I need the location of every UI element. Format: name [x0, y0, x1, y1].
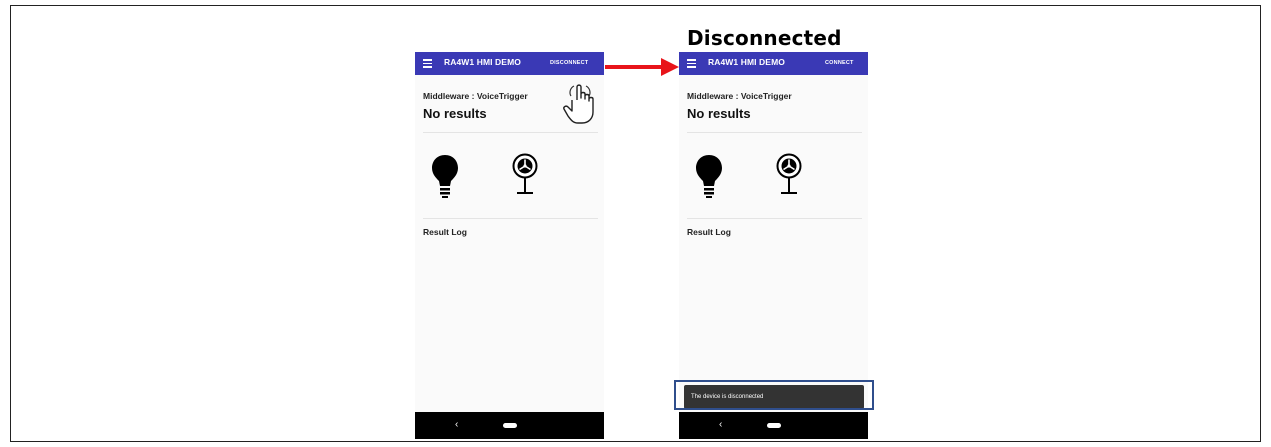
disconnect-button[interactable]: DISCONNECT — [550, 60, 588, 66]
connect-button[interactable]: CONNECT — [825, 60, 854, 66]
middleware-label: Middleware : VoiceTrigger — [687, 91, 792, 101]
system-nav-bar: ‹ — [415, 412, 604, 439]
lightbulb-icon[interactable] — [695, 153, 723, 199]
lightbulb-icon[interactable] — [431, 153, 459, 199]
app-bar: RA4W1 HMI DEMO CONNECT — [679, 52, 868, 75]
system-nav-bar: ‹ — [679, 412, 868, 439]
menu-icon[interactable] — [423, 59, 432, 68]
result-text: No results — [423, 106, 487, 121]
fan-icon[interactable] — [776, 153, 802, 199]
app-title: RA4W1 HMI DEMO — [708, 57, 785, 67]
app-title: RA4W1 HMI DEMO — [444, 57, 521, 67]
back-icon[interactable]: ‹ — [719, 419, 722, 430]
tap-hand-icon — [563, 84, 594, 124]
divider — [687, 218, 862, 219]
divider — [423, 132, 598, 133]
divider — [687, 132, 862, 133]
snackbar-highlight-box — [674, 380, 874, 410]
result-log-label: Result Log — [687, 227, 731, 237]
arrow-right-icon — [605, 58, 679, 76]
divider — [423, 218, 598, 219]
home-icon[interactable] — [503, 423, 517, 428]
fan-icon[interactable] — [512, 153, 538, 199]
status-heading: Disconnected — [687, 26, 842, 50]
app-bar: RA4W1 HMI DEMO DISCONNECT — [415, 52, 604, 75]
result-text: No results — [687, 106, 751, 121]
middleware-label: Middleware : VoiceTrigger — [423, 91, 528, 101]
result-log-label: Result Log — [423, 227, 467, 237]
menu-icon[interactable] — [687, 59, 696, 68]
back-icon[interactable]: ‹ — [455, 419, 458, 430]
home-icon[interactable] — [767, 423, 781, 428]
